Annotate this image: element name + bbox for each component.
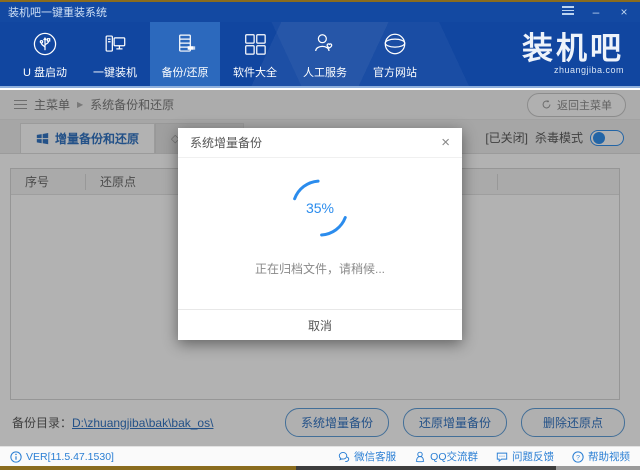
person-icon — [310, 29, 340, 59]
nav-label: 一键装机 — [93, 66, 137, 79]
qq-group-link[interactable]: QQ交流群 — [414, 449, 478, 464]
question-icon: ? — [572, 450, 584, 463]
progress-spinner: 35% — [282, 170, 358, 246]
dialog-title: 系统增量备份 — [190, 136, 263, 150]
nav-item-software[interactable]: 软件大全 — [220, 22, 290, 86]
logo-text: 装机吧 — [522, 31, 624, 66]
content-area: 主菜单 ▶ 系统备份和还原 返回主菜单 增量备份和还原 ◇ GHOST [已关闭… — [0, 90, 640, 446]
minimize-button[interactable]: – — [588, 5, 604, 19]
close-button[interactable]: × — [616, 5, 632, 19]
window-title: 装机吧一键重装系统 — [8, 7, 107, 19]
usb-icon — [30, 29, 60, 59]
version-info: VER[11.5.47.1530] — [10, 451, 114, 463]
nav-label: 人工服务 — [303, 66, 347, 79]
status-links: 微信客服 QQ交流群 问题反馈 ? 帮助视频 — [338, 449, 630, 464]
dialog-body: 35% 正在归档文件，请稍候... — [178, 158, 462, 309]
computer-icon — [100, 29, 130, 59]
titlebar: 装机吧一键重装系统 – × — [0, 2, 640, 22]
app-window: 装机吧一键重装系统 – × U 盘启动 一键装机 备份/还原 软件大全 人工服务… — [0, 0, 640, 470]
apps-grid-icon — [240, 29, 270, 59]
window-controls: – × — [560, 4, 632, 20]
help-video-link[interactable]: ? 帮助视频 — [572, 449, 630, 464]
globe-icon — [380, 29, 410, 59]
strip-gold-segment — [0, 466, 296, 470]
status-bar: VER[11.5.47.1530] 微信客服 QQ交流群 问题反馈 ? 帮助视频 — [0, 446, 640, 466]
menu-icon[interactable] — [560, 4, 576, 20]
nav-label: U 盘启动 — [23, 66, 67, 79]
main-nav: U 盘启动 一键装机 备份/还原 软件大全 人工服务 官方网站 装机吧 zhua… — [0, 22, 640, 88]
incremental-backup-dialog: 系统增量备份 × 35% 正在归档文件，请稍候... 取消 — [178, 128, 462, 340]
nav-item-website[interactable]: 官方网站 — [360, 22, 430, 86]
wechat-support-link[interactable]: 微信客服 — [338, 449, 396, 464]
backup-server-icon — [170, 29, 200, 59]
feedback-link[interactable]: 问题反馈 — [496, 449, 554, 464]
strip-gray-segment — [556, 466, 640, 470]
svg-text:?: ? — [576, 454, 580, 461]
nav-label: 备份/还原 — [161, 66, 209, 79]
nav-item-usb-boot[interactable]: U 盘启动 — [10, 22, 80, 86]
cancel-button[interactable]: 取消 — [178, 309, 462, 340]
nav-item-backup-restore[interactable]: 备份/还原 — [150, 22, 220, 86]
progress-message: 正在归档文件，请稍候... — [254, 262, 385, 276]
dialog-header: 系统增量备份 × — [178, 128, 462, 158]
wechat-icon — [338, 451, 350, 462]
nav-label: 官方网站 — [373, 66, 417, 79]
nav-item-one-key-install[interactable]: 一键装机 — [80, 22, 150, 86]
logo-domain: zhuangjiba.com — [553, 65, 624, 75]
brand-logo: 装机吧 zhuangjiba.com — [522, 22, 624, 86]
chat-bubble-icon — [496, 452, 508, 462]
dialog-close-icon[interactable]: × — [441, 135, 450, 150]
strip-dark-segment — [296, 466, 556, 470]
desktop-edge-strip — [0, 466, 640, 470]
nav-item-support[interactable]: 人工服务 — [290, 22, 360, 86]
nav-label: 软件大全 — [233, 66, 277, 79]
qq-icon — [415, 451, 425, 462]
version-text: VER[11.5.47.1530] — [26, 450, 114, 463]
info-icon — [10, 450, 22, 463]
progress-percent: 35% — [305, 200, 335, 216]
